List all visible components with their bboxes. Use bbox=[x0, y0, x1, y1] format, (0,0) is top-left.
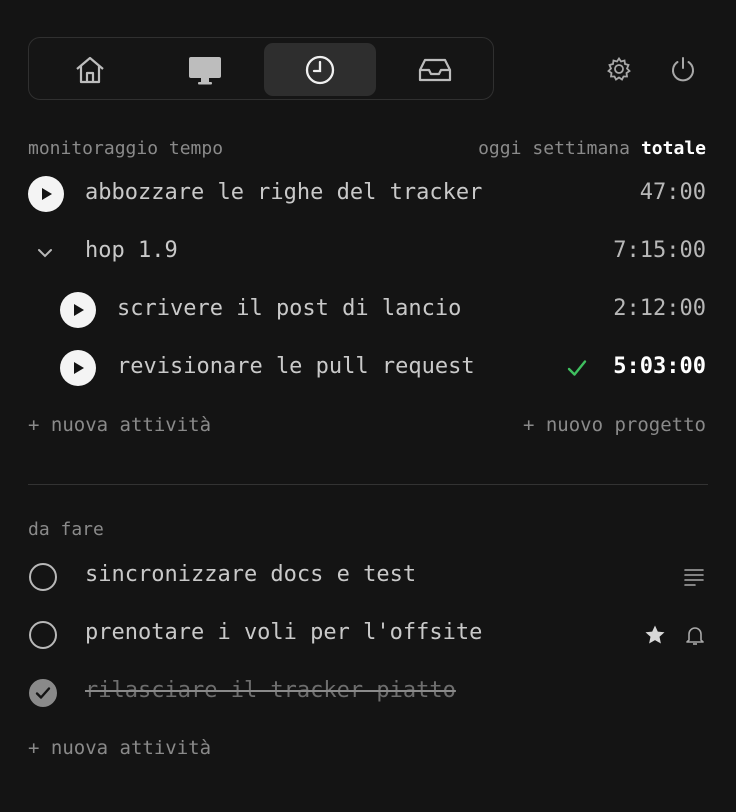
time-tracking-title: monitoraggio tempo bbox=[28, 138, 224, 159]
task-name: revisionare le pull request bbox=[117, 354, 475, 379]
new-project-button[interactable]: + nuovo progetto bbox=[523, 414, 706, 436]
power-icon bbox=[672, 57, 694, 82]
time-range-filters: oggi settimana totale bbox=[478, 138, 706, 159]
star-icon bbox=[645, 625, 665, 644]
settings-button[interactable] bbox=[604, 54, 634, 84]
todo-checkbox[interactable] bbox=[29, 563, 57, 591]
task-time: 47:00 bbox=[639, 180, 706, 205]
chevron-down-icon bbox=[38, 249, 52, 258]
task-name: abbozzare le righe del tracker bbox=[85, 180, 483, 205]
play-icon bbox=[42, 188, 52, 200]
project-time: 7:15:00 bbox=[613, 238, 706, 263]
play-button[interactable] bbox=[60, 292, 96, 328]
section-divider bbox=[28, 484, 708, 485]
tab-time-tracking[interactable] bbox=[264, 43, 376, 96]
play-icon bbox=[74, 304, 84, 316]
inbox-icon bbox=[418, 58, 452, 81]
play-icon bbox=[74, 362, 84, 374]
checkmark-icon bbox=[567, 360, 587, 376]
power-button[interactable] bbox=[668, 54, 698, 84]
tab-home[interactable] bbox=[34, 43, 146, 96]
project-name[interactable]: hop 1.9 bbox=[85, 238, 178, 263]
checkmark-icon bbox=[35, 687, 51, 699]
completed-indicator bbox=[565, 356, 589, 380]
todo-text: prenotare i voli per l'offsite bbox=[85, 620, 483, 645]
notes-button[interactable] bbox=[682, 566, 706, 588]
clock-icon bbox=[305, 55, 335, 84]
filter-today[interactable]: oggi bbox=[478, 138, 521, 159]
todo-text: sincronizzare docs e test bbox=[85, 562, 417, 587]
tab-monitor[interactable] bbox=[149, 43, 261, 96]
play-button[interactable] bbox=[28, 176, 64, 212]
tab-inbox[interactable] bbox=[379, 43, 491, 96]
home-icon bbox=[76, 56, 104, 83]
todo-text-completed: rilasciare il tracker piatto bbox=[85, 678, 456, 703]
play-button[interactable] bbox=[60, 350, 96, 386]
todo-title: da fare bbox=[28, 519, 104, 540]
todo-checkbox-checked[interactable] bbox=[29, 679, 57, 707]
task-name: scrivere il post di lancio bbox=[117, 296, 462, 321]
filter-total[interactable]: totale bbox=[641, 138, 706, 159]
collapse-toggle[interactable] bbox=[34, 242, 56, 264]
task-time: 2:12:00 bbox=[613, 296, 706, 321]
monitor-icon bbox=[189, 56, 221, 84]
new-todo-button[interactable]: + nuova attività bbox=[28, 737, 211, 759]
reminder-button[interactable] bbox=[683, 623, 707, 647]
bell-icon bbox=[686, 627, 704, 645]
todo-checkbox[interactable] bbox=[29, 621, 57, 649]
view-switcher bbox=[28, 37, 494, 100]
star-button[interactable] bbox=[643, 623, 667, 647]
notes-icon bbox=[684, 569, 704, 586]
gear-icon bbox=[607, 56, 631, 81]
task-time: 5:03:00 bbox=[613, 354, 706, 379]
new-task-button[interactable]: + nuova attività bbox=[28, 414, 211, 436]
filter-week[interactable]: settimana bbox=[532, 138, 630, 159]
